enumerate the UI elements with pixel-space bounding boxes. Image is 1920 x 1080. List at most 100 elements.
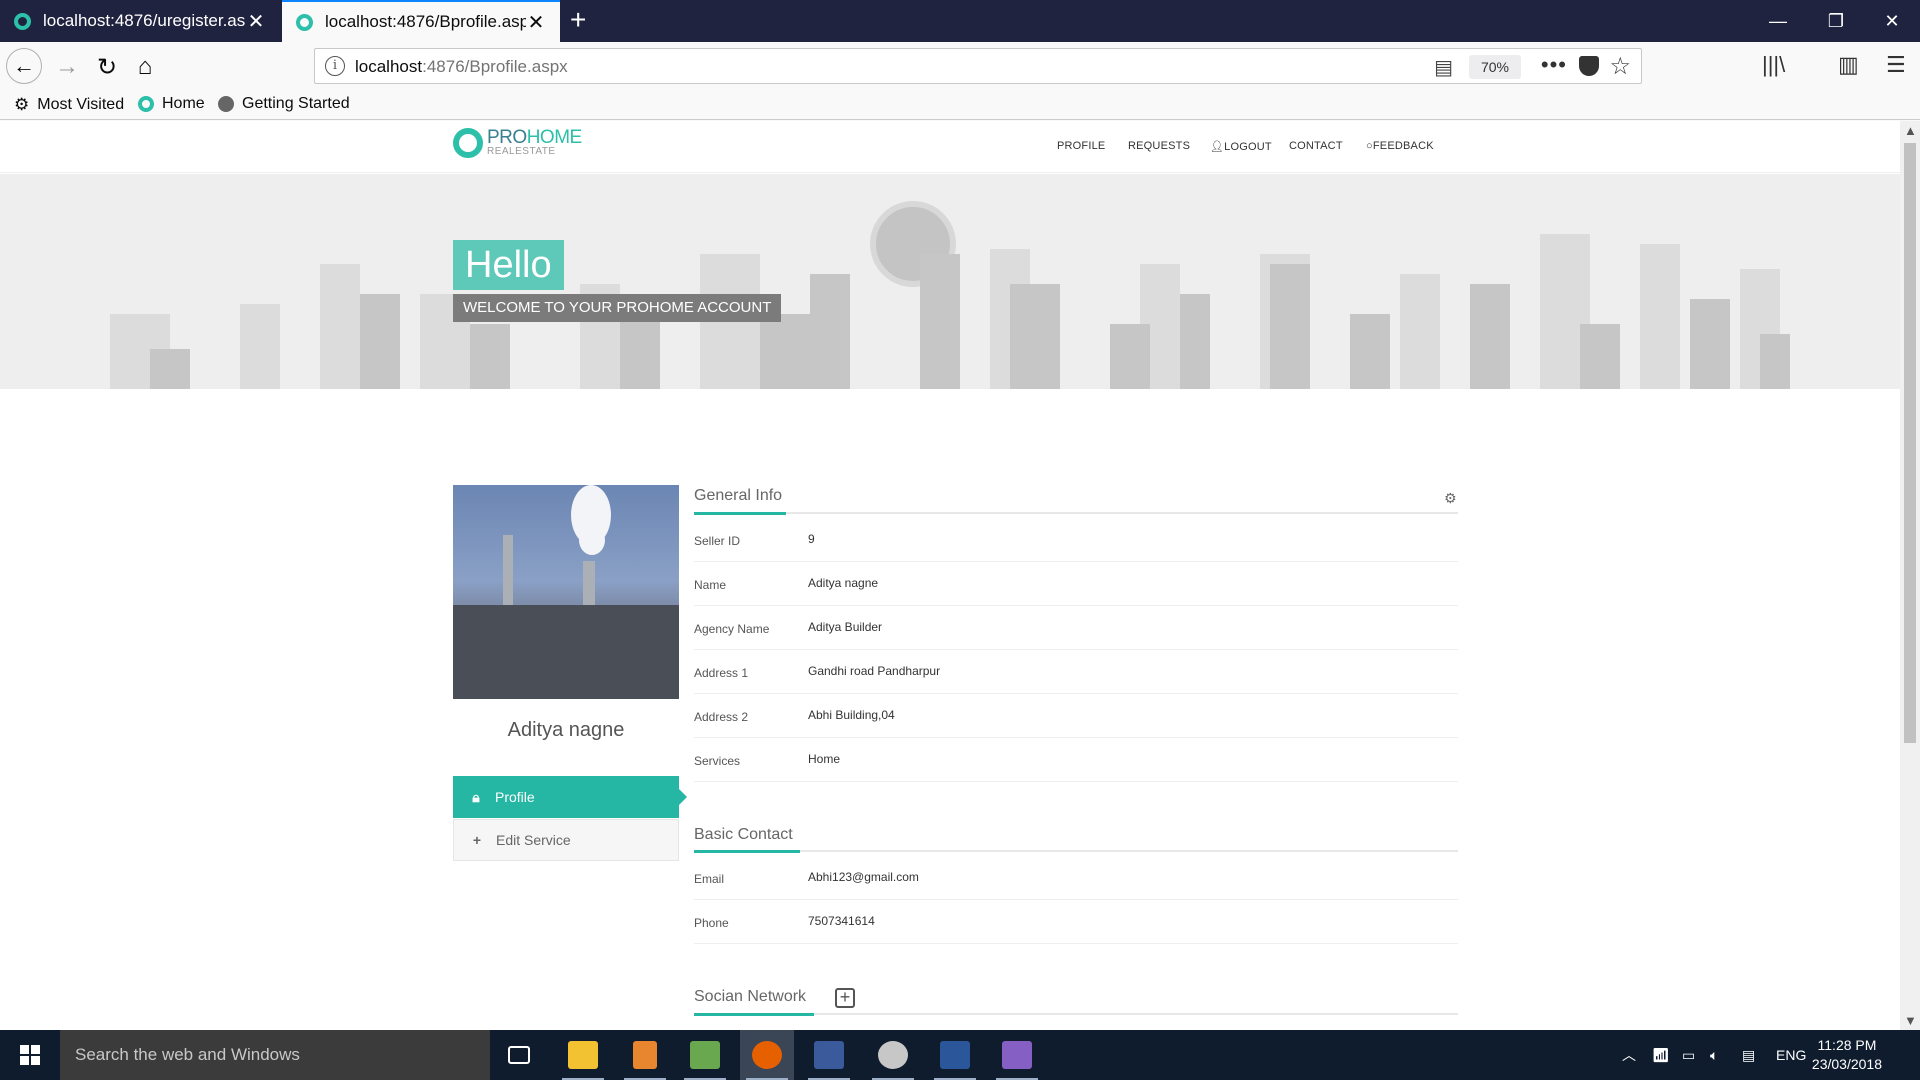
site-favicon-icon <box>14 12 31 30</box>
bookmark-star-icon[interactable]: ☆ <box>1609 52 1631 81</box>
back-button[interactable]: ← <box>6 48 42 84</box>
sidebar-icon[interactable]: ▥ <box>1838 52 1859 78</box>
smoke-shape <box>579 525 605 555</box>
word-icon <box>940 1041 970 1069</box>
section-divider <box>694 1013 1458 1016</box>
globe-icon <box>218 96 234 112</box>
hero-banner: Hello WELCOME TO YOUR PROHOME ACCOUNT <box>0 174 1900 389</box>
taskbar-sublime-text[interactable] <box>618 1030 672 1080</box>
menu-icon[interactable]: ☰ <box>1886 52 1906 78</box>
folder-icon <box>568 1041 598 1069</box>
reader-view-icon[interactable]: ▤ <box>1434 55 1453 80</box>
site-favicon-icon <box>138 96 154 112</box>
navigation-toolbar: ← → ↻ ⌂ i localhost:4876/Bprofile.aspx ▤… <box>0 42 1920 90</box>
tab-title: localhost:4876/uregister.aspx <box>43 11 246 30</box>
task-view-button[interactable] <box>492 1030 546 1080</box>
site-info-icon[interactable]: i <box>325 56 345 76</box>
minimize-button[interactable]: — <box>1748 0 1808 42</box>
tab-bprofile[interactable]: localhost:4876/Bprofile.aspx ✕ <box>282 0 560 42</box>
language-indicator[interactable]: ENG <box>1776 1030 1806 1080</box>
restore-button[interactable]: ❐ <box>1806 0 1866 42</box>
add-social-button[interactable]: + <box>835 988 855 1008</box>
site-favicon-icon <box>296 13 313 31</box>
site-header: PROHOME REALESTATE PROFILE REQUESTS 👤︎LO… <box>0 121 1900 173</box>
scrollbar-thumb[interactable] <box>1904 143 1916 743</box>
info-row-name: Name Aditya nagne <box>694 562 1458 606</box>
info-row-agency-name: Agency Name Aditya Builder <box>694 606 1458 650</box>
page-viewport: PROHOME REALESTATE PROFILE REQUESTS 👤︎LO… <box>0 121 1900 1030</box>
pocket-icon[interactable] <box>1579 56 1599 76</box>
contact-row-email: Email Abhi123@gmail.com <box>694 856 1458 900</box>
taskbar-search-box[interactable]: Search the web and Windows <box>60 1030 490 1080</box>
lock-icon: 🔒︎ <box>472 788 480 805</box>
profile-photo <box>453 485 679 699</box>
start-button[interactable] <box>0 1030 60 1080</box>
settings-gear-icon[interactable]: ⚙ <box>1444 490 1457 507</box>
windows-logo-icon <box>20 1045 40 1065</box>
task-view-icon <box>508 1046 530 1064</box>
library-icon[interactable]: |||\ <box>1762 52 1785 78</box>
taskbar-paint-app[interactable] <box>866 1030 920 1080</box>
general-info-title: General Info <box>694 487 783 504</box>
page-scrollbar[interactable]: ▲ ▼ <box>1900 121 1920 1030</box>
info-row-seller-id: Seller ID 9 <box>694 518 1458 562</box>
comment-icon: ○ <box>1366 140 1373 152</box>
user-icon: 👤︎ <box>1210 141 1225 153</box>
menu-requests[interactable]: REQUESTS <box>1128 140 1190 152</box>
address-bar[interactable]: i localhost:4876/Bprofile.aspx ▤ 70% •••… <box>314 48 1642 84</box>
sublime-icon <box>633 1041 657 1069</box>
scroll-up-icon[interactable]: ▲ <box>1904 123 1917 138</box>
close-window-button[interactable]: ✕ <box>1862 0 1920 42</box>
visual-studio-icon <box>1002 1041 1032 1069</box>
network-icon[interactable]: 📶︎ <box>1652 1030 1670 1080</box>
bookmark-home[interactable]: Home <box>138 95 205 113</box>
zoom-level-badge[interactable]: 70% <box>1469 55 1521 79</box>
bookmark-most-visited[interactable]: ⚙ Most Visited <box>14 95 124 115</box>
profile-name: Aditya nagne <box>507 719 625 741</box>
taskbar-word[interactable] <box>928 1030 982 1080</box>
url-text[interactable]: localhost:4876/Bprofile.aspx <box>355 57 568 77</box>
taskbar-file-explorer[interactable] <box>556 1030 610 1080</box>
reload-button[interactable]: ↻ <box>90 50 124 84</box>
social-network-title: Socian Network <box>694 988 807 1005</box>
volume-icon[interactable]: 🔈︎ <box>1710 1030 1718 1080</box>
battery-icon[interactable]: ▭ <box>1682 1030 1695 1080</box>
action-center-icon[interactable]: ▤ <box>1742 1030 1755 1080</box>
site-logo[interactable]: PROHOME REALESTATE <box>453 128 582 158</box>
tray-chevron-icon[interactable]: ︿ <box>1622 1030 1636 1080</box>
taskbar-firefox[interactable] <box>740 1030 794 1080</box>
app-icon <box>878 1041 908 1069</box>
system-clock[interactable]: 11:28 PM 23/03/2018 <box>1812 1036 1882 1074</box>
tab-uregister[interactable]: localhost:4876/uregister.aspx ✕ <box>0 0 280 42</box>
forward-button[interactable]: → <box>50 50 84 84</box>
section-divider <box>694 850 1458 853</box>
menu-contact[interactable]: CONTACT <box>1289 140 1343 152</box>
image-editor-icon <box>690 1041 720 1069</box>
gear-icon: ⚙ <box>14 95 30 114</box>
close-tab-icon[interactable]: ✕ <box>246 9 266 34</box>
plus-icon: + <box>472 832 482 848</box>
logo-mark-icon <box>453 128 483 158</box>
hero-title: Hello <box>453 240 564 290</box>
new-tab-button[interactable]: + <box>570 4 598 36</box>
menu-feedback[interactable]: ○FEEDBACK <box>1366 140 1434 152</box>
info-row-address-2: Address 2 Abhi Building,04 <box>694 694 1458 738</box>
taskbar-image-editor[interactable] <box>678 1030 732 1080</box>
info-row-address-1: Address 1 Gandhi road Pandharpur <box>694 650 1458 694</box>
menu-logout[interactable]: 👤︎LOGOUT <box>1210 140 1272 153</box>
page-actions-icon[interactable]: ••• <box>1541 52 1567 78</box>
menu-profile[interactable]: PROFILE <box>1057 140 1105 152</box>
taskbar-visual-studio[interactable] <box>990 1030 1044 1080</box>
home-button[interactable]: ⌂ <box>128 50 162 84</box>
plant-building-shape <box>453 605 679 699</box>
bookmarks-toolbar: ⚙ Most Visited Home Getting Started <box>0 90 1920 120</box>
taskbar-tool-app[interactable] <box>802 1030 856 1080</box>
windows-taskbar: Search the web and Windows ︿ 📶︎ ▭ 🔈︎ ▤ E… <box>0 1030 1920 1080</box>
sidebar-item-edit-service[interactable]: + Edit Service <box>453 819 679 861</box>
info-row-services: Services Home <box>694 738 1458 782</box>
bookmark-getting-started[interactable]: Getting Started <box>218 95 350 113</box>
firefox-icon <box>752 1041 782 1069</box>
scroll-down-icon[interactable]: ▼ <box>1904 1013 1917 1028</box>
close-tab-icon[interactable]: ✕ <box>526 10 546 35</box>
sidebar-item-profile[interactable]: 🔒︎ Profile <box>453 776 687 818</box>
